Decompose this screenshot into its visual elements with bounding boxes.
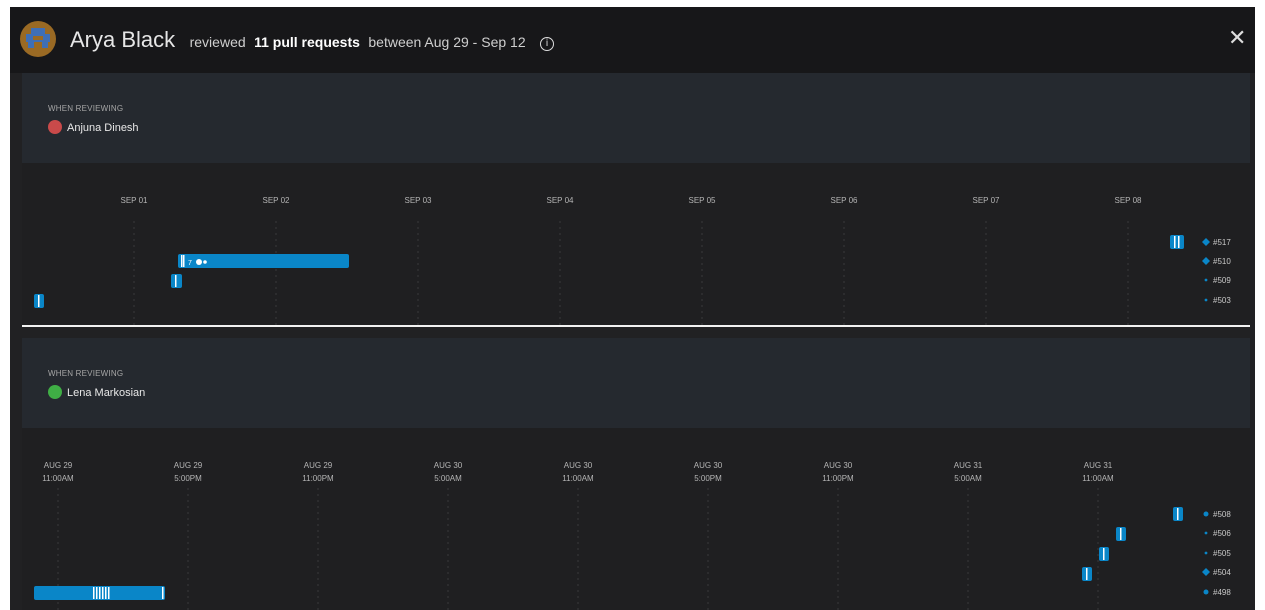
axis-tick-label: 5:00AM — [954, 474, 982, 483]
when-reviewing-label: WHEN REVIEWING — [48, 104, 124, 113]
section-header: WHEN REVIEWING Lena Markosian — [22, 338, 1250, 428]
legend-marker-icon — [1204, 551, 1208, 555]
axis-tick-label: 11:00PM — [822, 474, 854, 483]
axis-tick-label: SEP 07 — [973, 196, 1001, 205]
legend-marker-icon — [1203, 511, 1209, 517]
axis-tick-label: AUG 29 — [44, 461, 73, 470]
bar-label: 7 — [188, 260, 192, 267]
axis-tick-label: SEP 03 — [405, 196, 433, 205]
axis-tick-label: SEP 02 — [263, 196, 291, 205]
axis-tick-label: AUG 30 — [564, 461, 593, 470]
review-event-mark — [38, 295, 40, 307]
title-verb: reviewed — [189, 34, 246, 50]
review-event-mark — [181, 255, 183, 267]
axis-tick-label: AUG 31 — [1084, 461, 1113, 470]
timeline-svg: AUG 29 11:00AM AUG 29 5:00PM AUG 29 11:00PM AU… — [34, 461, 1231, 610]
legend-marker-icon — [1204, 531, 1208, 535]
axis-tick-label: 11:00PM — [302, 474, 334, 483]
timeline-svg: SEP 01 SEP 02 SEP 03 SEP 04 SEP 05 SEP 06 SEP … — [34, 196, 1231, 325]
review-event-mark — [93, 587, 95, 599]
legend-label: #509 — [1213, 276, 1231, 285]
avatar — [20, 21, 56, 57]
close-icon[interactable]: ✕ — [1228, 28, 1248, 50]
user-name: Arya Black — [70, 27, 176, 52]
axis-tick-label: SEP 05 — [689, 196, 717, 205]
axis-tick-label: 5:00PM — [174, 474, 202, 483]
legend-label: #505 — [1213, 549, 1231, 558]
review-event-mark — [175, 275, 177, 287]
legend-label: #508 — [1213, 510, 1231, 519]
review-event-mark — [1103, 548, 1105, 560]
axis-tick-label: 5:00PM — [694, 474, 722, 483]
review-modal: Arya Black reviewed 11 pull requests bet… — [10, 7, 1255, 610]
legend-label: #506 — [1213, 529, 1231, 538]
reviewer-section-anjuna: WHEN REVIEWING Anjuna Dinesh SEP 01 SEP 0… — [22, 73, 1250, 327]
axis-tick-label: SEP 04 — [547, 196, 575, 205]
timeline-chart: SEP 01 SEP 02 SEP 03 SEP 04 SEP 05 SEP 06 SEP … — [22, 163, 1250, 325]
review-event-mark — [105, 587, 107, 599]
axis-tick-label: SEP 08 — [1115, 196, 1143, 205]
axis-tick-label: AUG 29 — [304, 461, 333, 470]
review-event-mark — [99, 587, 101, 599]
modal-title: Arya Black reviewed 11 pull requests bet… — [70, 27, 555, 53]
review-event-mark — [1086, 568, 1088, 580]
reviewer-name: Lena Markosian — [48, 385, 145, 399]
review-event-mark — [1178, 236, 1180, 248]
legend-label: #498 — [1213, 588, 1231, 597]
legend-marker-icon — [1202, 238, 1210, 246]
legend-label: #517 — [1213, 238, 1231, 247]
axis-tick-label: 11:00AM — [562, 474, 594, 483]
pull-request-count: 11 pull requests — [254, 34, 360, 50]
info-icon[interactable]: i — [540, 37, 555, 51]
review-event-mark — [108, 587, 110, 599]
axis-tick-label: SEP 01 — [121, 196, 149, 205]
axis-tick-label: SEP 06 — [831, 196, 859, 205]
axis-tick-label: 5:00AM — [434, 474, 462, 483]
when-reviewing-label: WHEN REVIEWING — [48, 369, 124, 378]
review-event-mark — [1177, 508, 1179, 520]
legend-marker-icon — [1202, 257, 1210, 265]
avatar — [48, 385, 62, 399]
reviewer-name-label: Lena Markosian — [67, 387, 146, 399]
axis-tick-label: AUG 30 — [824, 461, 853, 470]
legend-marker-icon — [1204, 298, 1208, 302]
review-event-dot — [203, 260, 207, 264]
legend-label: #503 — [1213, 296, 1231, 305]
review-event-mark — [183, 255, 185, 267]
review-event-dot — [196, 259, 202, 265]
avatar — [48, 120, 62, 134]
review-bar[interactable] — [1170, 235, 1184, 249]
legend-label: #510 — [1213, 257, 1231, 266]
review-event-mark — [102, 587, 104, 599]
review-event-mark — [1174, 236, 1176, 248]
review-event-mark — [1120, 528, 1122, 540]
legend-marker-icon — [1203, 589, 1209, 595]
axis-tick-label: 11:00AM — [1082, 474, 1114, 483]
reviewer-name-label: Anjuna Dinesh — [67, 122, 139, 134]
reviewer-section-lena: WHEN REVIEWING Lena Markosian AUG 29 11:0… — [22, 338, 1250, 610]
section-header: WHEN REVIEWING Anjuna Dinesh — [22, 73, 1250, 163]
axis-tick-label: AUG 29 — [174, 461, 203, 470]
axis-tick-label: 11:00AM — [42, 474, 74, 483]
axis-tick-label: AUG 30 — [694, 461, 723, 470]
legend-marker-icon — [1202, 568, 1210, 576]
legend-marker-icon — [1204, 278, 1208, 282]
modal-header: Arya Black reviewed 11 pull requests bet… — [10, 7, 1255, 73]
axis-tick-label: AUG 30 — [434, 461, 463, 470]
axis-tick-label: AUG 31 — [954, 461, 983, 470]
timeline-chart: AUG 29 11:00AM AUG 29 5:00PM AUG 29 11:00PM AU… — [22, 428, 1250, 610]
reviewer-name: Anjuna Dinesh — [48, 120, 139, 134]
review-event-mark — [162, 587, 164, 599]
date-range: between Aug 29 - Sep 12 — [368, 34, 526, 50]
legend-label: #504 — [1213, 568, 1231, 577]
divider — [22, 325, 1250, 327]
review-event-mark — [96, 587, 98, 599]
